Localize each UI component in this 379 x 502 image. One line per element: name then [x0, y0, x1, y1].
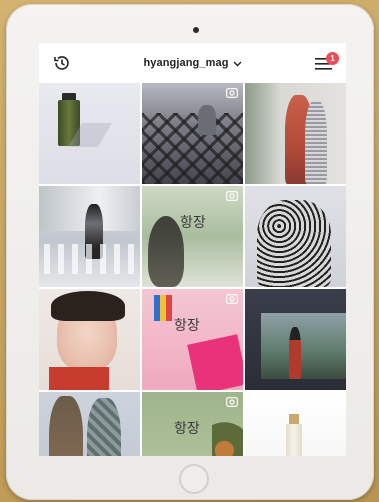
post-tile[interactable] — [39, 392, 140, 456]
post-tile[interactable] — [142, 83, 243, 184]
post-tile[interactable]: 항장 — [142, 289, 243, 390]
post-tile[interactable] — [245, 289, 346, 390]
front-camera — [193, 27, 199, 33]
color-squares — [154, 295, 172, 321]
product-cap — [289, 414, 299, 424]
chevron-down-icon — [233, 61, 242, 66]
post-tile[interactable] — [39, 186, 140, 287]
home-button[interactable] — [179, 464, 209, 494]
history-icon[interactable] — [52, 53, 72, 73]
figure-right — [87, 398, 121, 456]
video-icon — [226, 294, 238, 304]
post-tile[interactable]: 항장 — [142, 392, 243, 456]
post-tile[interactable] — [39, 289, 140, 390]
username: hyangjang_mag — [143, 57, 229, 69]
post-tile[interactable] — [245, 186, 346, 287]
product-bottle-clear — [286, 424, 302, 456]
profile-header: hyangjang_mag 1 — [39, 43, 346, 83]
foliage — [212, 422, 243, 456]
figure — [198, 105, 216, 135]
figure-hair — [148, 216, 184, 287]
video-icon — [226, 397, 238, 407]
hair — [51, 291, 125, 321]
chairs — [44, 244, 134, 274]
post-tile[interactable] — [245, 83, 346, 184]
tile-caption: 항장 — [174, 318, 200, 334]
figure-red — [289, 327, 301, 379]
post-tile[interactable] — [245, 392, 346, 456]
figure-patterned — [257, 200, 331, 287]
pink-fabric — [187, 334, 243, 390]
tile-caption: 항장 — [174, 421, 200, 437]
notification-badge: 1 — [326, 52, 339, 65]
instagram-profile-screen: hyangjang_mag 1 항장 항장 항장 — [39, 43, 346, 456]
figure-left — [49, 396, 83, 456]
fence-pattern — [142, 113, 243, 184]
video-icon — [226, 191, 238, 201]
tile-caption: 항장 — [180, 215, 206, 231]
video-icon — [226, 88, 238, 98]
post-grid: 항장 항장 항장 — [39, 83, 346, 456]
red-top — [49, 367, 109, 390]
window-scene — [261, 313, 346, 379]
figure-dress-2 — [305, 101, 327, 184]
post-tile[interactable]: 항장 — [142, 186, 243, 287]
post-tile[interactable] — [39, 83, 140, 184]
account-switcher[interactable]: hyangjang_mag — [143, 57, 242, 69]
